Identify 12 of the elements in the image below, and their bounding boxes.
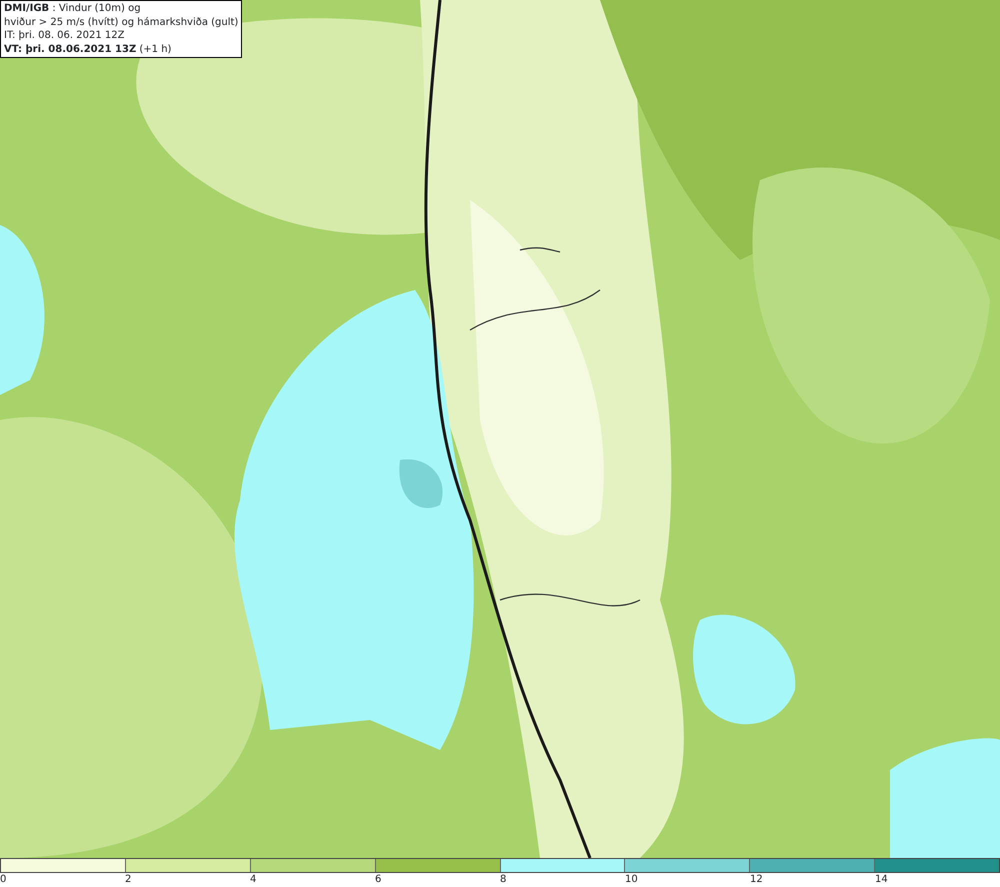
legend-tick-label: 2 xyxy=(125,874,132,885)
title-line: hviður > 25 m/s (hvítt) og hámarkshviða (gult) xyxy=(4,16,238,29)
legend-tick-label: 10 xyxy=(625,874,638,885)
legend-tick-label: 14 xyxy=(875,874,888,885)
legend-tick-label: 8 xyxy=(500,874,506,885)
legend-tick-label: 12 xyxy=(750,874,763,885)
title-line: VT: þri. 08.06.2021 13Z (+1 h) xyxy=(4,42,172,56)
legend-tick-label: 4 xyxy=(250,874,256,885)
legend-tick-label: 0 xyxy=(0,874,6,885)
legend-tick-label: 6 xyxy=(375,874,382,885)
title-line: IT: þri. 08. 06. 2021 12Z xyxy=(4,29,126,42)
title-line: DMI/IGB : Vindur (10m) og xyxy=(4,2,142,16)
